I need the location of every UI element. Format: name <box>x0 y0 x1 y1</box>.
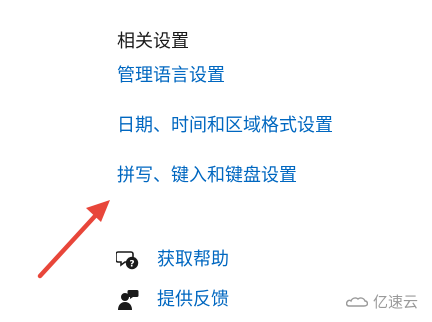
watermark-text: 亿速云 <box>372 293 418 311</box>
watermark: 亿速云 <box>345 291 418 312</box>
annotation-arrow-icon <box>37 200 110 279</box>
watermark-logo-icon <box>345 296 368 307</box>
